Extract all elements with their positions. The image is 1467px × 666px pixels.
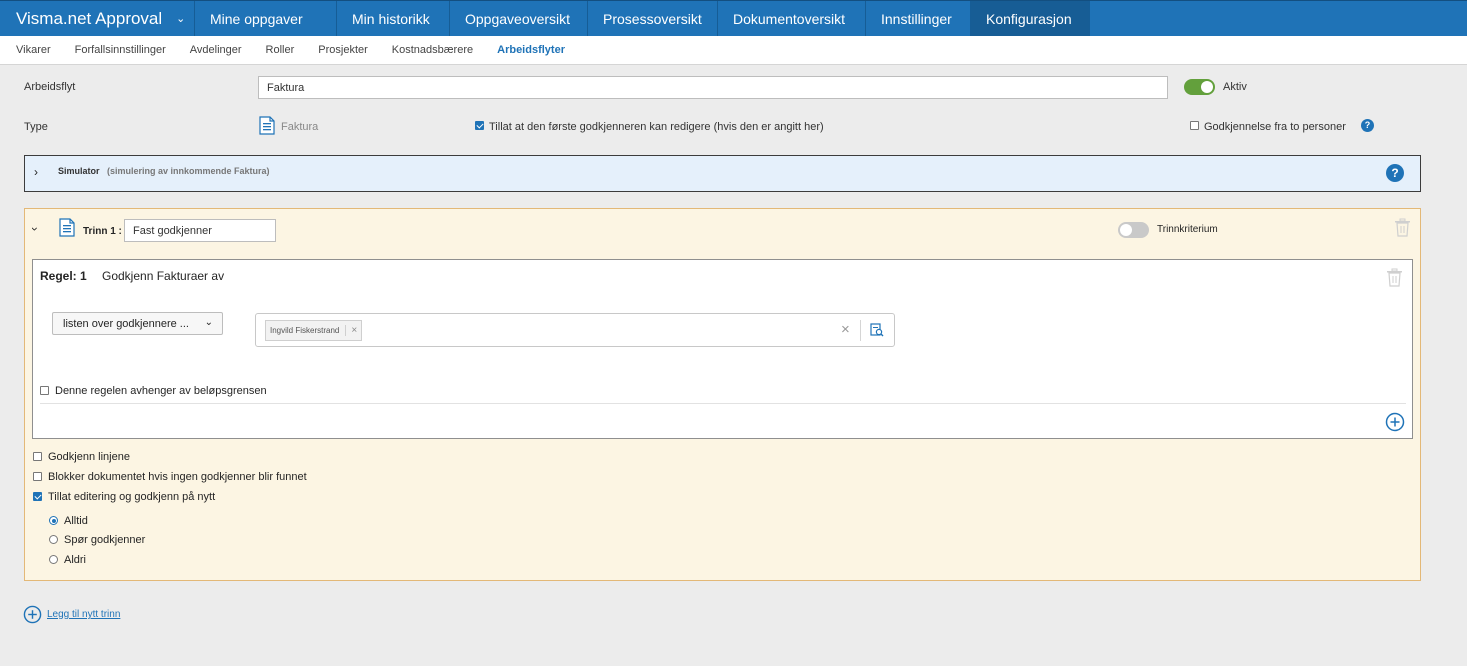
approver-tag: Ingvild Fiskerstrand ×	[265, 320, 363, 341]
approver-source-dropdown[interactable]: listen over godkjennere ... ⌄	[52, 312, 223, 335]
chevron-right-icon[interactable]: ›	[34, 165, 38, 179]
subnav-projects[interactable]: Prosjekter	[318, 44, 368, 56]
subnav-workflows[interactable]: Arbeidsflyter	[497, 44, 565, 56]
simulator-help-icon[interactable]: ?	[1386, 164, 1404, 182]
approve-lines-checkbox[interactable]	[33, 452, 42, 461]
delete-step-icon[interactable]	[1394, 218, 1411, 237]
rule-title: Regel: 1	[40, 269, 87, 283]
chevron-down-icon: ⌄	[176, 13, 186, 25]
step-document-icon	[59, 218, 75, 237]
two-person-checkbox[interactable]	[1190, 121, 1199, 130]
approver-picker[interactable]: Ingvild Fiskerstrand × ×	[255, 313, 895, 347]
subnav-due-settings[interactable]: Forfallsinnstillinger	[75, 44, 166, 56]
search-list-icon[interactable]	[870, 323, 884, 337]
workflow-label: Arbeidsflyt	[24, 81, 76, 93]
radio-always[interactable]	[49, 516, 58, 525]
step-name-input[interactable]: Fast godkjenner	[124, 219, 276, 242]
simulator-title: Simulator	[58, 166, 100, 176]
nav-my-tasks[interactable]: Mine oppgaver	[195, 1, 337, 36]
allow-first-edit-checkbox[interactable]	[475, 121, 484, 130]
nav-configuration[interactable]: Konfigurasjon	[971, 1, 1090, 36]
subnav-cost-carriers[interactable]: Kostnadsbærere	[392, 44, 473, 56]
radio-never-label: Aldri	[64, 554, 87, 566]
type-label: Type	[24, 121, 48, 133]
subnav-substitutes[interactable]: Vikarer	[16, 44, 51, 56]
radio-ask-approver-label: Spør godkjenner	[64, 534, 146, 546]
delete-rule-icon[interactable]	[1386, 268, 1403, 287]
step-criterion-toggle[interactable]	[1118, 222, 1149, 238]
nav-task-overview[interactable]: Oppgaveoversikt	[450, 1, 588, 36]
app-switcher[interactable]: Visma.net Approval ⌄	[0, 1, 195, 36]
allow-edit-label: Tillat editering og godkjenn på nytt	[48, 491, 216, 503]
block-document-checkbox[interactable]	[33, 472, 42, 481]
allow-first-edit-label: Tillat at den første godkjenneren kan re…	[489, 121, 824, 133]
add-rule-icon[interactable]	[1385, 412, 1405, 432]
collapse-chevron-icon[interactable]: ›	[28, 227, 42, 231]
help-icon[interactable]: ?	[1361, 119, 1374, 132]
simulator-panel[interactable]: › Simulator (simulering av innkommende F…	[24, 155, 1421, 192]
type-value: Faktura	[281, 121, 319, 133]
rule-separator	[40, 403, 1406, 404]
invoice-document-icon	[259, 116, 275, 135]
allow-edit-checkbox[interactable]	[33, 492, 42, 501]
radio-never[interactable]	[49, 555, 58, 564]
nav-document-overview[interactable]: Dokumentoversikt	[718, 1, 866, 36]
add-step-icon[interactable]	[23, 605, 42, 624]
approver-source-value: listen over godkjennere ...	[63, 317, 189, 330]
approver-tag-label: Ingvild Fiskerstrand	[270, 326, 340, 335]
rule-panel: Regel: 1 Godkjenn Fakturaer av listen ov…	[32, 259, 1413, 439]
rule-description: Godkjenn Fakturaer av	[102, 269, 225, 283]
nav-process-overview[interactable]: Prosessoversikt	[588, 1, 718, 36]
clear-icon[interactable]: ×	[841, 321, 850, 338]
simulator-subtitle: (simulering av innkommende Faktura)	[107, 166, 270, 176]
sub-navigation: Vikarer Forfallsinnstillinger Avdelinger…	[0, 36, 1467, 65]
app-title: Visma.net Approval	[16, 8, 163, 28]
active-toggle[interactable]	[1184, 79, 1215, 95]
workflow-name-input[interactable]: Faktura	[258, 76, 1168, 99]
radio-always-label: Alltid	[64, 515, 88, 527]
subnav-departments[interactable]: Avdelinger	[190, 44, 242, 56]
approve-lines-label: Godkjenn linjene	[48, 451, 130, 463]
radio-ask-approver[interactable]	[49, 535, 58, 544]
remove-approver-icon[interactable]: ×	[345, 325, 357, 336]
step-label: Trinn 1 :	[83, 226, 122, 237]
divider	[860, 320, 861, 341]
amount-limit-checkbox[interactable]	[40, 386, 49, 395]
nav-my-history[interactable]: Min historikk	[337, 1, 450, 36]
active-label: Aktiv	[1223, 81, 1247, 93]
add-step-link[interactable]: Legg til nytt trinn	[47, 609, 120, 620]
chevron-down-icon: ⌄	[204, 317, 213, 328]
step-criterion-label: Trinnkriterium	[1157, 224, 1218, 235]
two-person-label: Godkjennelse fra to personer	[1204, 121, 1346, 133]
block-document-label: Blokker dokumentet hvis ingen godkjenner…	[48, 471, 307, 483]
nav-settings[interactable]: Innstillinger	[866, 1, 971, 36]
top-navigation: Visma.net Approval ⌄ Mine oppgaver Min h…	[0, 0, 1467, 36]
amount-limit-label: Denne regelen avhenger av beløpsgrensen	[55, 385, 267, 397]
subnav-roles[interactable]: Roller	[266, 44, 295, 56]
